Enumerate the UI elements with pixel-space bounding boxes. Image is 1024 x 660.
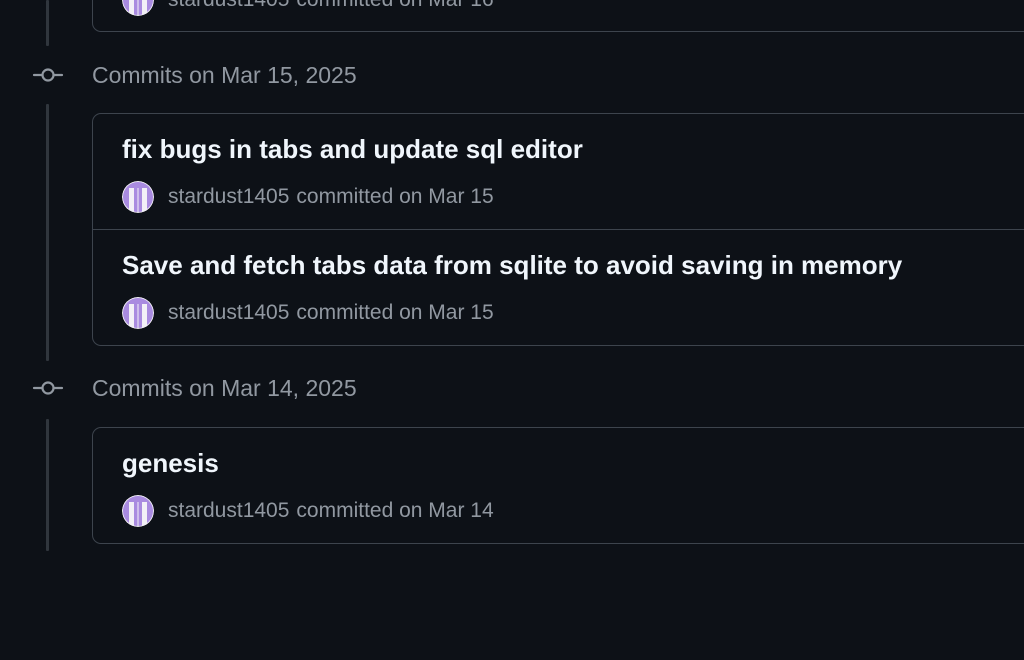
timeline-line	[46, 419, 49, 551]
commit-row: stardust1405 committed on Mar 16	[93, 0, 1024, 32]
commit-date: committed on Mar 16	[296, 0, 493, 12]
commit-meta: stardust1405 committed on Mar 15	[122, 181, 494, 213]
commit-meta: stardust1405 committed on Mar 14	[122, 495, 494, 527]
commit-message-link[interactable]: genesis	[122, 448, 219, 479]
commit-history-page: stardust1405 committed on Mar 16 Commits…	[0, 0, 1024, 660]
git-commit-icon	[32, 372, 64, 404]
commit-group-header: Commits on Mar 15, 2025	[32, 59, 357, 91]
git-commit-icon	[32, 59, 64, 91]
commit-author-link[interactable]: stardust1405	[168, 499, 289, 523]
commit-author-link[interactable]: stardust1405	[168, 301, 289, 325]
timeline-line	[46, 0, 49, 46]
commit-list-box: genesis stardust1405 committed on Mar 14	[92, 427, 1024, 544]
commit-author-link[interactable]: stardust1405	[168, 0, 289, 12]
commit-date: committed on Mar 15	[296, 185, 494, 208]
commit-list-box: stardust1405 committed on Mar 16	[92, 0, 1024, 32]
avatar-icon[interactable]	[122, 0, 154, 16]
commit-group-title: Commits on Mar 14, 2025	[92, 374, 357, 401]
commit-meta: stardust1405 committed on Mar 16	[122, 0, 494, 16]
commit-group-header: Commits on Mar 14, 2025	[32, 372, 357, 404]
commit-list-box: fix bugs in tabs and update sql editor s…	[92, 113, 1024, 346]
commit-row: fix bugs in tabs and update sql editor s…	[93, 114, 1024, 229]
commit-group-title: Commits on Mar 15, 2025	[92, 61, 357, 88]
commit-date: committed on Mar 15	[296, 301, 494, 324]
commit-date: committed on Mar 14	[296, 499, 494, 522]
commit-message-link[interactable]: fix bugs in tabs and update sql editor	[122, 134, 583, 165]
commit-meta: stardust1405 committed on Mar 15	[122, 297, 494, 329]
avatar-icon[interactable]	[122, 297, 154, 329]
commit-row: Save and fetch tabs data from sqlite to …	[93, 229, 1024, 344]
commit-message-link[interactable]: Save and fetch tabs data from sqlite to …	[122, 250, 902, 281]
commit-author-link[interactable]: stardust1405	[168, 185, 289, 209]
timeline-line	[46, 104, 49, 361]
avatar-icon[interactable]	[122, 495, 154, 527]
avatar-icon[interactable]	[122, 181, 154, 213]
commit-row: genesis stardust1405 committed on Mar 14	[93, 428, 1024, 543]
